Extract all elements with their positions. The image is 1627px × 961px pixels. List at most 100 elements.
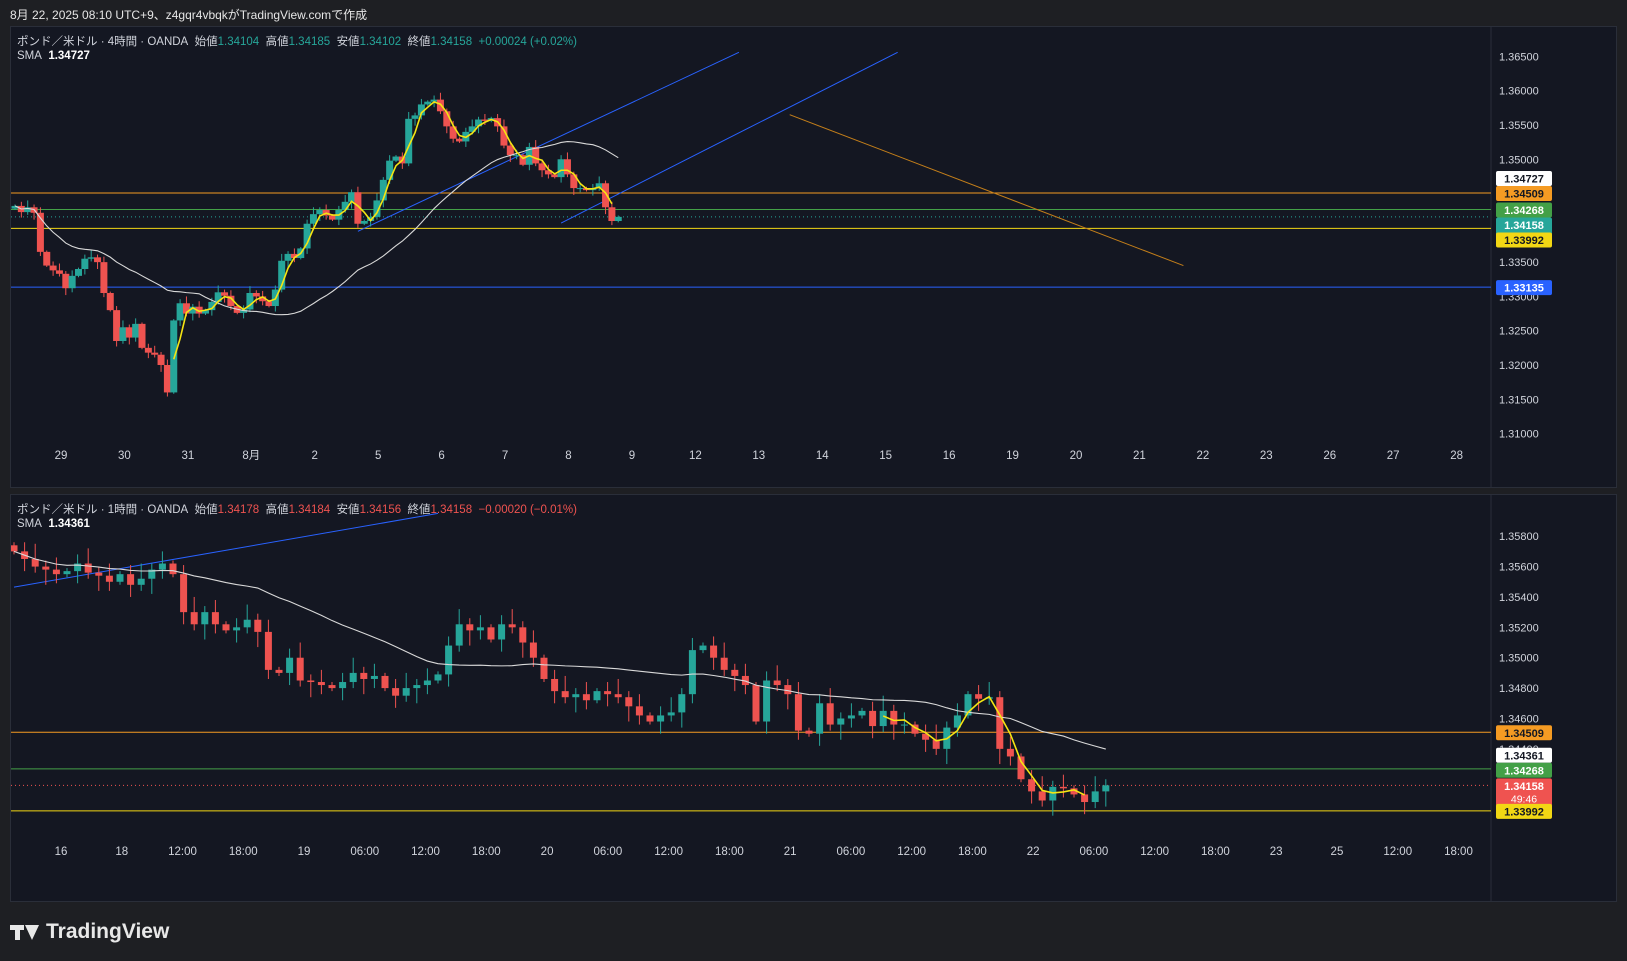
candle-body — [411, 115, 419, 119]
candle-body — [42, 566, 50, 570]
sma-label: SMA — [17, 50, 42, 62]
channel-line-lower — [560, 51, 898, 224]
candle-body — [614, 694, 622, 698]
legend-4h: ポンド／米ドル · 4時間 · OANDA 始値1.34104 高値1.3418… — [17, 33, 577, 49]
x-tick-label: 21 — [1133, 450, 1146, 462]
x-tick-label: 15 — [879, 450, 892, 462]
x-tick-label: 18:00 — [1444, 846, 1473, 858]
legend-high: 1.34184 — [288, 504, 331, 516]
candle-body — [1028, 779, 1036, 792]
x-tick-label: 31 — [181, 450, 194, 462]
candle-body — [328, 685, 336, 689]
price-tag-text: 1.34158 — [1504, 781, 1544, 793]
chart-panel-4h[interactable]: 1.365001.360001.355001.350001.345001.340… — [10, 26, 1617, 488]
candle-body — [646, 715, 654, 722]
candle-body — [55, 270, 63, 274]
x-tick-label: 18:00 — [715, 846, 744, 858]
candle-body — [423, 680, 431, 686]
x-tick-label: 18 — [115, 846, 128, 858]
legend-low: 1.34156 — [359, 504, 402, 516]
candle-body — [100, 262, 108, 293]
price-tag-text: 1.34509 — [1504, 189, 1544, 201]
candle-body — [392, 156, 400, 161]
x-tick-label: 22 — [1027, 846, 1040, 858]
x-tick-label: 06:00 — [836, 846, 865, 858]
candle-body — [264, 631, 272, 670]
candle-body — [657, 715, 665, 722]
x-tick-label: 8 — [565, 450, 571, 462]
candle-body — [720, 657, 728, 670]
price-tag-text: 1.34158 — [1504, 220, 1544, 232]
candle-body — [466, 624, 474, 631]
candle-body — [593, 691, 601, 701]
candle-body — [519, 627, 527, 643]
x-tick-label: 13 — [752, 450, 765, 462]
candle-body — [137, 578, 145, 585]
candle-body — [243, 619, 251, 628]
legend-change: +0.00024 (+0.02%) — [478, 36, 577, 48]
candle-body — [816, 703, 824, 734]
x-tick-label: 18:00 — [958, 846, 987, 858]
candle-body — [879, 710, 887, 727]
x-tick-label: 12:00 — [1140, 846, 1169, 858]
candle-body — [386, 160, 394, 180]
candle-body — [1006, 748, 1014, 757]
x-tick-label: 18:00 — [472, 846, 501, 858]
candle-body — [286, 657, 294, 673]
sma-value: 1.34361 — [48, 518, 90, 530]
x-tick-label: 28 — [1450, 450, 1463, 462]
legend-high-label: 高値 — [265, 36, 289, 48]
candle-body — [784, 685, 792, 695]
candle-body — [252, 293, 260, 297]
x-tick-label: 16 — [55, 846, 68, 858]
candle-body — [62, 273, 70, 289]
x-tick-label: 29 — [55, 450, 68, 462]
candle-body — [455, 624, 463, 646]
legend-low-label: 安値 — [336, 36, 360, 48]
y-tick-label: 1.32500 — [1499, 326, 1539, 338]
price-tag-text: 1.34727 — [1504, 174, 1544, 186]
candle-body — [424, 101, 432, 105]
candle-body — [794, 694, 802, 731]
candle-body — [349, 672, 357, 683]
candle-body — [190, 612, 198, 625]
candle-body — [254, 619, 262, 632]
candle-body — [233, 627, 241, 631]
sma-value: 1.34727 — [48, 50, 90, 62]
candle-body — [163, 365, 171, 393]
price-tag-text: 1.33135 — [1504, 283, 1544, 295]
countdown-text: 49:46 — [1511, 793, 1537, 805]
candle-body — [127, 574, 135, 585]
candle-body — [275, 669, 283, 673]
legend-high: 1.34185 — [288, 36, 331, 48]
candle-body — [608, 207, 616, 221]
chart-4h-canvas[interactable]: 1.365001.360001.355001.350001.345001.340… — [11, 27, 1617, 488]
candle-body — [413, 685, 421, 689]
price-tag-text: 1.33992 — [1504, 806, 1544, 818]
candle-body — [445, 645, 453, 675]
chart-1h-canvas[interactable]: 1.35800 1.35600 1.35400 1.35200 1.35000 1.348… — [11, 495, 1617, 902]
footer-brand: TradingView — [46, 920, 170, 943]
candle-body — [529, 642, 537, 658]
y-tick-label: 1.31000 — [1499, 429, 1539, 441]
candle-body — [63, 571, 71, 575]
legend-close-label: 終値 — [407, 504, 431, 516]
candle-body — [316, 210, 324, 215]
tradingview-logo-icon — [10, 923, 40, 941]
y-tick-label: 1.32000 — [1499, 360, 1539, 372]
y-tick-label: 1.35000 — [1499, 653, 1539, 665]
candle-body — [87, 257, 95, 259]
candle-body — [1059, 786, 1067, 789]
candle-body — [170, 320, 178, 393]
x-tick-label: 12:00 — [411, 846, 440, 858]
legend-close: 1.34158 — [430, 504, 473, 516]
candle-body — [201, 612, 209, 625]
candle-body — [1081, 794, 1089, 803]
chart-panel-1h[interactable]: 1.35800 1.35600 1.35400 1.35200 1.35000 1.348… — [10, 494, 1617, 902]
x-tick-label: 20 — [541, 846, 554, 858]
y-tick-label: 1.31500 — [1499, 394, 1539, 406]
candle-body — [144, 347, 152, 353]
candle-body — [105, 575, 113, 582]
channel-line-upper — [357, 51, 740, 232]
candle-body — [635, 706, 643, 716]
